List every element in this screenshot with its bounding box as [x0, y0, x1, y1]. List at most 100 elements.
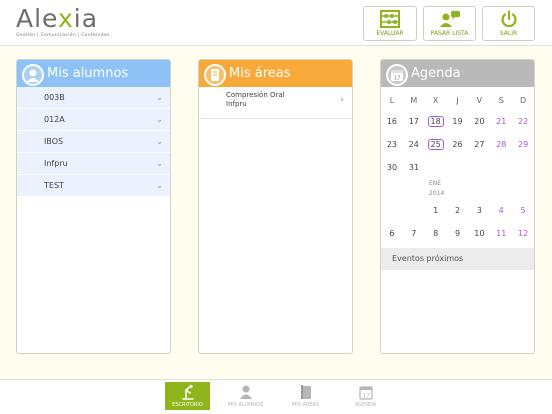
- areas-panel-header: Mis áreas: [199, 60, 352, 87]
- weekday-header: L M X J V S D: [381, 92, 534, 110]
- month-label: ENE: [429, 180, 442, 187]
- weekday: V: [476, 96, 483, 105]
- alumnos-item-003b[interactable]: 003B ⌄: [17, 87, 170, 109]
- weekday: L: [389, 96, 395, 105]
- tab-mis-alumnos[interactable]: MIS ALUMNOS: [223, 382, 268, 410]
- calendar-day[interactable]: 31: [403, 156, 425, 179]
- user-icon: [239, 385, 252, 399]
- weekday: J: [456, 96, 459, 105]
- calendar-day[interactable]: 24: [403, 133, 425, 156]
- calendar-icon-day: 17: [394, 76, 401, 82]
- calendar-day-weekend[interactable]: 4: [490, 199, 512, 222]
- tab-label: MIS ÁREAS: [291, 402, 320, 408]
- salir-label: SALIR: [499, 30, 518, 37]
- calendar-day[interactable]: 3: [468, 199, 490, 222]
- calendar-week: 6 7 8 9 10 11 12: [381, 222, 534, 245]
- evaluar-button[interactable]: EVALUAR: [363, 6, 417, 41]
- calendar-day-weekend[interactable]: 22: [512, 110, 534, 133]
- alumnos-item-012a[interactable]: 012A ⌄: [17, 109, 170, 131]
- calendar-day-weekend[interactable]: 29: [512, 133, 534, 156]
- calendar-day[interactable]: 7: [403, 222, 425, 245]
- chevron-down-icon: ⌄: [156, 181, 163, 190]
- book-icon: [300, 385, 311, 399]
- areas-title: Mis áreas: [229, 66, 291, 81]
- calendar-icon: 17: [386, 64, 408, 86]
- pasar-lista-button[interactable]: PASAR LISTA: [423, 6, 476, 41]
- weekday: S: [498, 96, 504, 105]
- tab-mis-areas[interactable]: MIS ÁREAS: [283, 382, 328, 410]
- agenda-panel-header: 17 Agenda: [381, 60, 534, 87]
- calendar-week: 23 24 25 26 27 28 29: [381, 133, 534, 156]
- weekday: D: [520, 96, 527, 105]
- tab-label: AGENDA: [354, 402, 377, 408]
- agenda-panel: 17 Agenda L M X J V S D 16 17 18 19 20 2…: [380, 59, 535, 354]
- calendar-day-weekend[interactable]: 21: [490, 110, 512, 133]
- alumnos-panel-header: Mis alumnos: [17, 60, 170, 87]
- calendar-day[interactable]: 30: [381, 156, 403, 179]
- calendar-day[interactable]: 19: [447, 110, 469, 133]
- book-icon: [204, 64, 226, 86]
- tab-agenda[interactable]: 17 AGENDA: [343, 382, 388, 410]
- agenda-title: Agenda: [411, 66, 461, 81]
- weekday: X: [432, 96, 439, 105]
- calendar-day-weekend[interactable]: 28: [490, 133, 512, 156]
- chevron-right-icon: ›: [340, 95, 344, 105]
- alumnos-item-label: 012A: [44, 115, 65, 124]
- calendar-day[interactable]: 1: [425, 199, 447, 222]
- alumnos-panel: Mis alumnos 003B ⌄ 012A ⌄ IBOS ⌄ Infpru …: [16, 59, 171, 354]
- calendar-day[interactable]: 2: [447, 199, 469, 222]
- calendar-day-weekend[interactable]: 12: [512, 222, 534, 245]
- areas-panel: Mis áreas Compresión Oral Infpru ›: [198, 59, 353, 354]
- salir-button[interactable]: SALIR: [482, 6, 535, 41]
- abacus-icon: [380, 10, 400, 28]
- year-label: 2014: [429, 190, 445, 197]
- tab-label: MIS ALUMNOS: [227, 402, 264, 408]
- evaluar-label: EVALUAR: [376, 30, 404, 37]
- alumnos-item-label: 003B: [44, 93, 65, 102]
- power-icon: [500, 10, 517, 28]
- calendar-day[interactable]: 8: [425, 222, 447, 245]
- chevron-down-icon: ⌄: [156, 93, 163, 102]
- calendar-day[interactable]: 20: [468, 110, 490, 133]
- calendar-day[interactable]: 10: [468, 222, 490, 245]
- alumnos-item-infpru[interactable]: Infpru ⌄: [17, 153, 170, 175]
- alexia-logo: Alexia Gestión | Comunicación | Contenid…: [16, 5, 110, 38]
- calendar-day[interactable]: 23: [381, 133, 403, 156]
- alumnos-item-label: TEST: [44, 181, 64, 190]
- tab-escritorio[interactable]: ESCRITORIO: [165, 382, 210, 410]
- calendar-day-weekend[interactable]: 11: [490, 222, 512, 245]
- calendar-day[interactable]: 17: [403, 110, 425, 133]
- calendar-day[interactable]: 16: [381, 110, 403, 133]
- upcoming-events-header[interactable]: Eventos próximos: [381, 248, 534, 270]
- chevron-down-icon: ⌄: [156, 159, 163, 168]
- calendar-day-marked[interactable]: 25: [425, 133, 447, 156]
- calendar-week: 1 2 3 4 5: [381, 199, 534, 222]
- alumnos-item-ibos[interactable]: IBOS ⌄: [17, 131, 170, 153]
- calendar-day[interactable]: 26: [447, 133, 469, 156]
- calendar-day-marked[interactable]: 18: [425, 110, 447, 133]
- chevron-down-icon: ⌄: [156, 137, 163, 146]
- app-header: Alexia Gestión | Comunicación | Contenid…: [0, 0, 552, 46]
- calendar-day[interactable]: 27: [468, 133, 490, 156]
- alumnos-item-label: IBOS: [44, 137, 64, 146]
- calendar-day-weekend[interactable]: 5: [512, 199, 534, 222]
- area-item-compresion-oral[interactable]: Compresión Oral Infpru ›: [199, 87, 352, 119]
- area-group: Infpru: [226, 100, 247, 108]
- logo-tagline: Gestión | Comunicación | Contenidos: [16, 33, 110, 38]
- alumnos-item-test[interactable]: TEST ⌄: [17, 175, 170, 197]
- chevron-down-icon: ⌄: [156, 115, 163, 124]
- area-name: Compresión Oral: [226, 91, 285, 99]
- calendar-day[interactable]: 9: [447, 222, 469, 245]
- alumnos-item-label: Infpru: [44, 159, 68, 168]
- weekday: M: [410, 96, 418, 105]
- bottom-tab-bar: ESCRITORIO MIS ALUMNOS MIS ÁREAS 17 AGEN…: [0, 379, 552, 414]
- calendar-week: 16 17 18 19 20 21 22: [381, 110, 534, 133]
- calendar-day[interactable]: 6: [381, 222, 403, 245]
- alumnos-title: Mis alumnos: [47, 66, 129, 81]
- user-speech-icon: [439, 11, 460, 27]
- logo-wordmark: Alexia: [16, 4, 99, 33]
- user-icon: [22, 64, 44, 86]
- calendar-icon: 17: [358, 386, 373, 400]
- calendar-grid: L M X J V S D 16 17 18 19 20 21 22 23 24…: [381, 92, 534, 245]
- desk-lamp-icon: [181, 384, 194, 400]
